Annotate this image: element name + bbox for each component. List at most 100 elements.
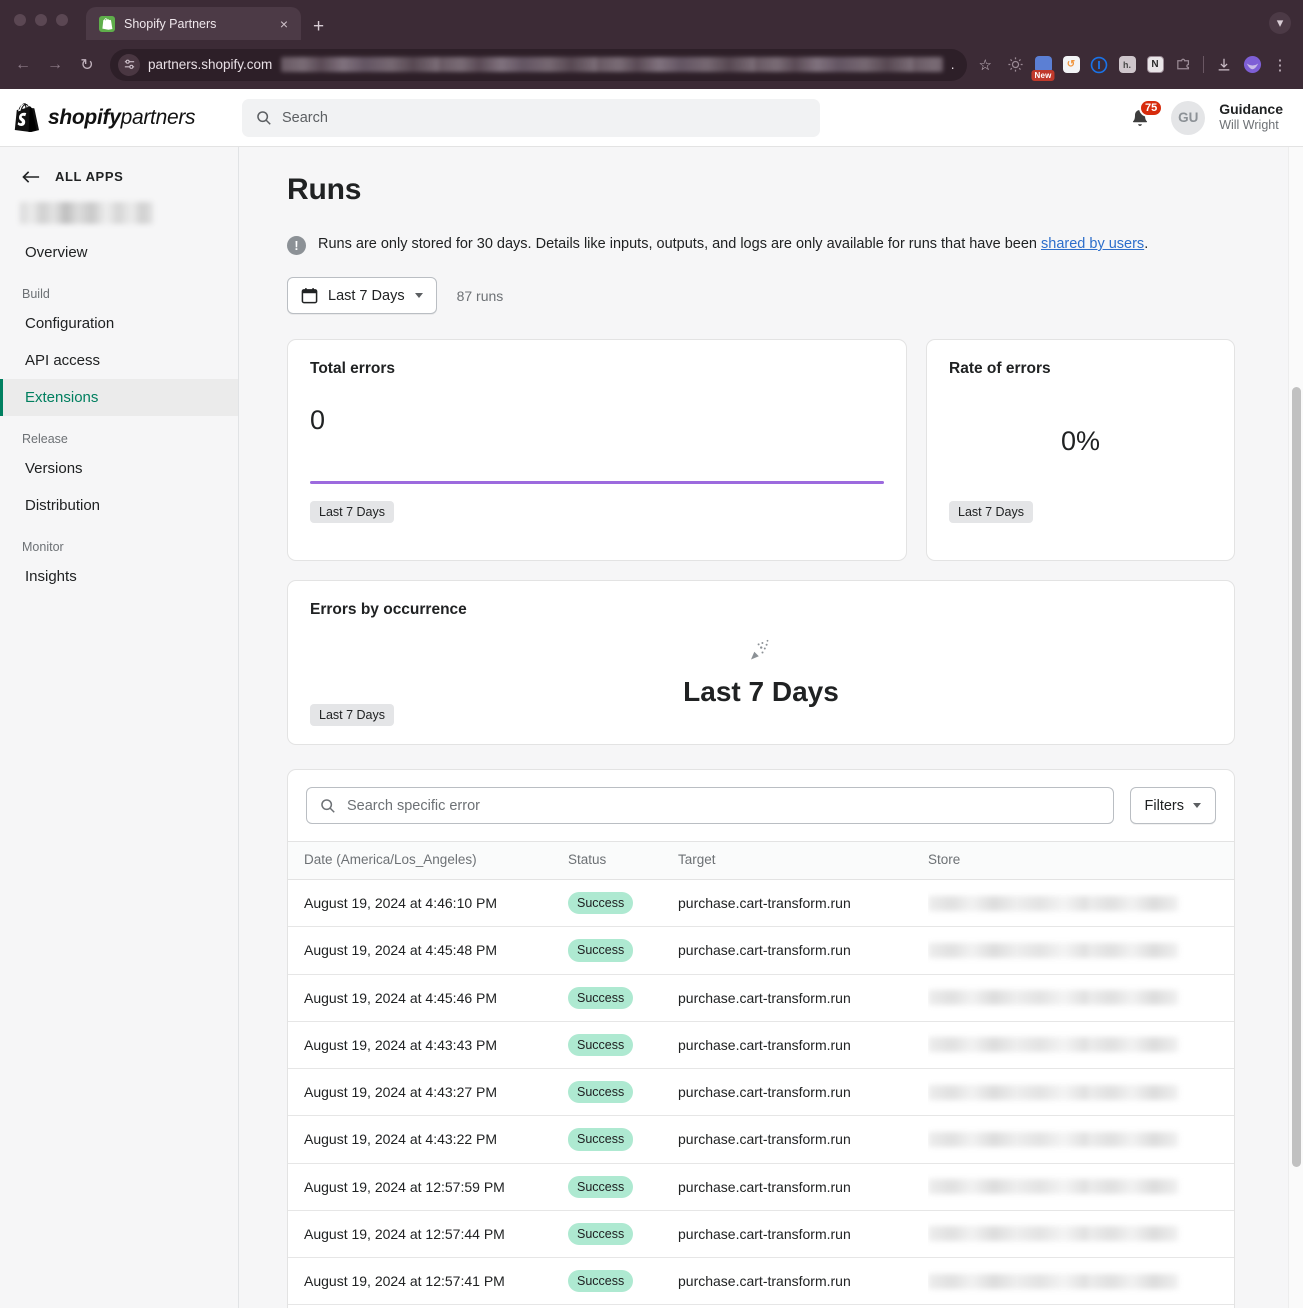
runs-table-head: Date (America/Los_Angeles) Status Target… bbox=[288, 841, 1234, 880]
cell-status: Success bbox=[568, 926, 678, 975]
tab-strip: Shopify Partners × + ▾ bbox=[0, 0, 1303, 40]
scrollbar-thumb[interactable] bbox=[1292, 387, 1301, 1167]
sidebar-item-label: Configuration bbox=[25, 315, 115, 332]
sidebar-item-distribution[interactable]: Distribution bbox=[0, 487, 238, 524]
puzzle-extension-icon[interactable] bbox=[1002, 52, 1028, 78]
rate-of-errors-card: Rate of errors 0% Last 7 Days bbox=[926, 339, 1235, 561]
user-avatar[interactable]: GU bbox=[1171, 100, 1206, 135]
column-header-store[interactable]: Store bbox=[928, 841, 1234, 880]
browser-menu-icon[interactable]: ⋮ bbox=[1267, 52, 1293, 78]
store-name-redacted bbox=[928, 1226, 1178, 1242]
cell-date: August 19, 2024 at 4:45:46 PM bbox=[288, 974, 568, 1022]
site-settings-icon[interactable] bbox=[118, 53, 140, 76]
store-name-redacted bbox=[928, 895, 1178, 911]
column-header-date[interactable]: Date (America/Los_Angeles) bbox=[288, 841, 568, 880]
address-bar[interactable]: partners.shopify.com . bbox=[110, 48, 967, 81]
card-extension-icon[interactable]: New bbox=[1030, 52, 1056, 81]
back-button[interactable]: ← bbox=[8, 50, 38, 80]
new-badge: New bbox=[1031, 69, 1055, 81]
status-badge: Success bbox=[568, 1222, 634, 1245]
cell-date: August 19, 2024 at 12:57:41 PM bbox=[288, 1257, 568, 1306]
sidebar-section-release: Release bbox=[22, 432, 68, 446]
chevron-down-icon[interactable]: ▾ bbox=[1269, 12, 1291, 34]
onepassword-extension-icon[interactable] bbox=[1086, 52, 1112, 78]
url-path-redacted bbox=[281, 57, 943, 72]
extensions-row: New ↺ h. N ⋮ bbox=[998, 52, 1293, 81]
search-icon bbox=[257, 110, 271, 125]
table-row[interactable]: August 19, 2024 at 12:57:41 PM Success pur… bbox=[288, 1257, 1234, 1306]
table-row[interactable]: August 19, 2024 at 4:45:46 PM Success purc… bbox=[288, 974, 1234, 1022]
puzzle-piece-extension-icon[interactable] bbox=[1170, 52, 1196, 78]
window-traffic-lights[interactable] bbox=[14, 0, 86, 40]
forward-button[interactable]: → bbox=[40, 50, 70, 80]
profile-avatar-icon[interactable] bbox=[1239, 52, 1265, 78]
url-trailing: . bbox=[950, 57, 955, 72]
browser-chrome: Shopify Partners × + ▾ ← → ↻ partners.sh… bbox=[0, 0, 1303, 89]
app-name-redacted bbox=[20, 202, 153, 224]
close-tab-button[interactable]: × bbox=[277, 15, 291, 33]
browser-toolbar: ← → ↻ partners.shopify.com . ☆ New ↺ h. … bbox=[0, 40, 1303, 89]
minimize-window-button[interactable] bbox=[35, 14, 47, 26]
table-toolbar: Search specific error Filters bbox=[288, 770, 1234, 841]
cell-target: purchase.cart-transform.run bbox=[678, 1068, 928, 1117]
cell-target: purchase.cart-transform.run bbox=[678, 1115, 928, 1164]
cell-date: August 19, 2024 at 4:43:27 PM bbox=[288, 1068, 568, 1117]
error-search-input[interactable]: Search specific error bbox=[306, 787, 1114, 824]
table-row[interactable]: August 19, 2024 at 4:45:48 PM Success purc… bbox=[288, 926, 1234, 975]
honey-extension-icon[interactable]: h. bbox=[1114, 52, 1140, 78]
global-search-placeholder: Search bbox=[282, 109, 328, 126]
column-header-target[interactable]: Target bbox=[678, 841, 928, 880]
sync-extension-icon[interactable]: ↺ bbox=[1058, 52, 1084, 78]
browser-tab[interactable]: Shopify Partners × bbox=[86, 7, 301, 40]
sidebar-item-extensions[interactable]: Extensions bbox=[0, 379, 238, 416]
all-apps-back-link[interactable]: ALL APPS bbox=[0, 159, 238, 194]
table-row[interactable]: August 19, 2024 at 12:57:59 PM Success pur… bbox=[288, 1163, 1234, 1211]
cell-date: August 19, 2024 at 12:57:44 PM bbox=[288, 1210, 568, 1259]
runs-table: Date (America/Los_Angeles) Status Target… bbox=[288, 841, 1234, 1308]
confetti-icon bbox=[751, 639, 769, 660]
errors-by-occurrence-empty-state: Last 7 Days bbox=[310, 637, 1212, 708]
sidebar-item-configuration[interactable]: Configuration bbox=[0, 305, 238, 342]
shared-by-users-link[interactable]: shared by users bbox=[1041, 236, 1144, 252]
status-badge: Success bbox=[568, 1175, 634, 1198]
sidebar-item-overview[interactable]: Overview bbox=[0, 234, 238, 271]
table-row[interactable]: August 19, 2024 at 4:43:43 PM Success purc… bbox=[288, 1021, 1234, 1070]
column-header-status[interactable]: Status bbox=[568, 841, 678, 880]
table-row[interactable]: August 19, 2024 at 4:46:10 PM Success purc… bbox=[288, 879, 1234, 928]
table-row[interactable]: August 19, 2024 at 12:57:44 PM Success pur… bbox=[288, 1210, 1234, 1259]
status-badge: Success bbox=[568, 1033, 634, 1056]
cell-store bbox=[928, 1068, 1234, 1117]
main-scrollbar[interactable] bbox=[1288, 147, 1303, 1308]
new-tab-button[interactable]: + bbox=[301, 17, 334, 40]
date-range-button[interactable]: Last 7 Days bbox=[287, 277, 437, 314]
store-name-redacted bbox=[928, 990, 1178, 1006]
arrow-left-icon bbox=[22, 170, 40, 183]
toolbar-divider bbox=[1203, 56, 1204, 73]
downloads-icon[interactable] bbox=[1211, 52, 1237, 78]
notion-extension-icon[interactable]: N bbox=[1142, 52, 1168, 78]
bookmark-star-icon[interactable]: ☆ bbox=[975, 56, 996, 74]
sidebar-item-versions[interactable]: Versions bbox=[0, 450, 238, 487]
global-search-input[interactable]: Search bbox=[242, 98, 820, 137]
reload-button[interactable]: ↻ bbox=[72, 50, 102, 80]
shopify-favicon-icon bbox=[99, 15, 115, 32]
cell-date: August 19, 2024 at 4:46:10 PM bbox=[288, 879, 568, 928]
search-icon bbox=[321, 798, 335, 813]
sidebar-item-api-access[interactable]: API access bbox=[0, 342, 238, 379]
sidebar-item-insights[interactable]: Insights bbox=[0, 558, 238, 595]
rate-of-errors-title: Rate of errors bbox=[949, 360, 1051, 377]
table-row[interactable]: August 19, 2024 at 4:43:22 PM Success purc… bbox=[288, 1115, 1234, 1164]
store-name-redacted bbox=[928, 1179, 1178, 1195]
maximize-window-button[interactable] bbox=[56, 14, 68, 26]
filters-button[interactable]: Filters bbox=[1129, 787, 1216, 824]
cell-date: August 19, 2024 at 12:57:59 PM bbox=[288, 1163, 568, 1211]
table-row[interactable]: August 19, 2024 at 4:43:27 PM Success purc… bbox=[288, 1068, 1234, 1117]
user-info[interactable]: Guidance Will Wright bbox=[1219, 101, 1283, 134]
shopify-partners-logo[interactable]: shopifypartners bbox=[14, 103, 242, 132]
notifications-button[interactable]: 75 bbox=[1129, 98, 1164, 133]
close-window-button[interactable] bbox=[14, 14, 26, 26]
chevron-down-icon bbox=[414, 293, 423, 298]
cell-status: Success bbox=[568, 1115, 678, 1164]
runs-table-body: August 19, 2024 at 4:46:10 PM Success purc… bbox=[288, 879, 1234, 1308]
runs-table-card: Search specific error Filters Date (Amer… bbox=[287, 769, 1235, 1308]
